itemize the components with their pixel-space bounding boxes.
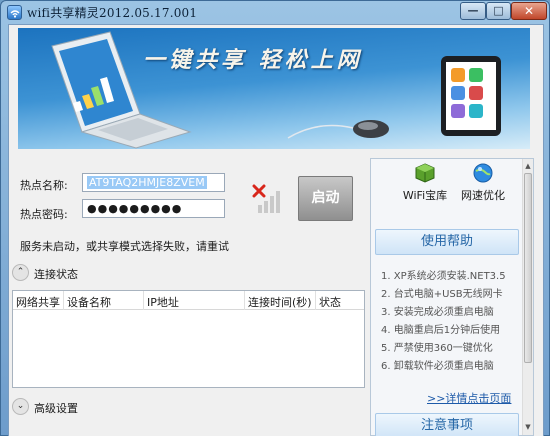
- scrollbar-thumb[interactable]: [524, 173, 532, 363]
- ssid-input[interactable]: AT9TAQ2HMJE8ZVEM: [82, 173, 225, 192]
- connection-table[interactable]: 网络共享 设备名称 IP地址 连接时间(秒) 状态: [12, 290, 365, 388]
- advanced-settings-toggle[interactable]: ⌄ 高级设置: [12, 397, 366, 416]
- column-header-device-name[interactable]: 设备名称: [67, 294, 111, 310]
- ssid-label: 热点名称:: [20, 179, 68, 192]
- notice-header[interactable]: 注意事项: [375, 413, 519, 436]
- column-divider: [315, 291, 316, 310]
- list-item: 5. 严禁使用360一键优化: [381, 343, 493, 354]
- ssid-value: AT9TAQ2HMJE8ZVEM: [87, 176, 207, 189]
- right-panel-scrollbar[interactable]: ▲ ▼: [522, 159, 533, 435]
- details-link[interactable]: >>详情点击页面: [427, 390, 511, 406]
- minimize-button[interactable]: —: [460, 2, 486, 20]
- main-panel: 一键共享 轻松上网 热点名称: AT9TAQ2HMJE8ZVEM 热点密码: ●…: [8, 24, 544, 436]
- close-icon: ✕: [523, 4, 535, 18]
- connection-status-toggle[interactable]: ⌃ 连接状态: [12, 263, 366, 282]
- banner: 一键共享 轻松上网: [18, 28, 530, 149]
- window-title: wifi共享精灵2012.05.17.001: [27, 6, 198, 20]
- connection-status-header: 连接状态: [34, 268, 78, 281]
- status-message: 服务未启动，或共享模式选择失败，请重试: [20, 240, 229, 253]
- maximize-button[interactable]: □: [486, 2, 511, 20]
- password-label: 热点密码:: [20, 208, 68, 221]
- scroll-up-icon[interactable]: ▲: [523, 160, 533, 172]
- chevron-down-icon: ⌄: [12, 398, 29, 415]
- wifi-treasure-box-icon: [415, 163, 435, 183]
- speed-optimize-globe-icon: [473, 163, 493, 183]
- maximize-icon: □: [493, 4, 504, 17]
- column-divider: [143, 291, 144, 310]
- app-window: wifi共享精灵2012.05.17.001 — □ ✕ 一键共享 轻松上网 热…: [0, 0, 550, 436]
- column-divider: [63, 291, 64, 310]
- right-panel: WiFi宝库 网速优化 使用帮助 1. XP系统必须安装.NET3.5 2. 台…: [370, 158, 534, 436]
- column-header-status[interactable]: 状态: [319, 294, 341, 310]
- list-item: 1. XP系统必须安装.NET3.5: [381, 271, 506, 282]
- column-header-network-share[interactable]: 网络共享: [16, 294, 60, 310]
- speed-optimize-button[interactable]: 网速优化: [453, 163, 513, 202]
- start-button[interactable]: 启动: [298, 176, 353, 221]
- column-header-connect-time[interactable]: 连接时间(秒): [248, 294, 312, 310]
- column-divider: [244, 291, 245, 310]
- advanced-settings-header: 高级设置: [34, 402, 78, 415]
- title-bar[interactable]: wifi共享精灵2012.05.17.001 — □ ✕: [1, 1, 549, 24]
- chevron-up-icon: ⌃: [12, 264, 29, 281]
- speed-optimize-label: 网速优化: [461, 189, 505, 202]
- column-header-ip-address[interactable]: IP地址: [147, 294, 179, 310]
- list-item: 2. 台式电脑+USB无线网卡: [381, 289, 503, 300]
- scroll-down-icon[interactable]: ▼: [523, 421, 533, 433]
- minimize-icon: —: [467, 4, 479, 17]
- signal-error-icon: [252, 183, 288, 215]
- list-item: 3. 安装完成必须重启电脑: [381, 307, 494, 318]
- banner-slogan: 一键共享 轻松上网: [143, 47, 363, 73]
- wifi-treasure-button[interactable]: WiFi宝库: [395, 163, 455, 202]
- wifi-treasure-label: WiFi宝库: [402, 189, 448, 202]
- list-item: 6. 卸载软件必须重启电脑: [381, 361, 494, 372]
- close-button[interactable]: ✕: [511, 2, 547, 20]
- connection-table-header: 网络共享 设备名称 IP地址 连接时间(秒) 状态: [13, 291, 364, 310]
- password-input[interactable]: ●●●●●●●●●: [82, 199, 225, 218]
- help-header[interactable]: 使用帮助: [375, 229, 519, 255]
- app-wifi-icon: [7, 5, 22, 20]
- list-item: 4. 电脑重启后1分钟后使用: [381, 325, 501, 336]
